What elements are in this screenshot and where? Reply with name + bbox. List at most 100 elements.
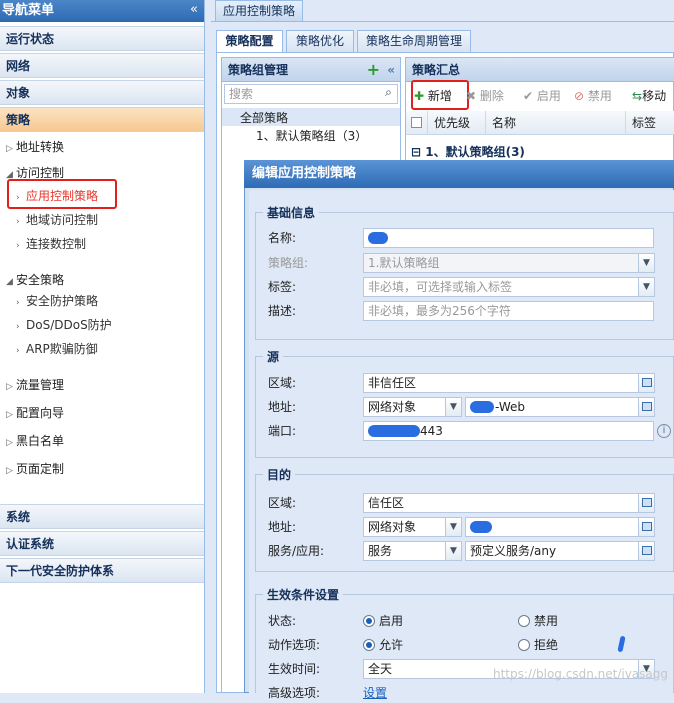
chevron-right-icon: › bbox=[16, 241, 20, 251]
nav-item-geo-access[interactable]: › 地域访问控制 bbox=[16, 212, 98, 230]
collapse-icon[interactable]: « bbox=[190, 0, 198, 20]
search-icon[interactable]: ⌕ bbox=[380, 85, 397, 103]
tree-default-group[interactable]: 1、默认策略组（3） bbox=[256, 128, 367, 144]
dst-zone-label: 区域: bbox=[268, 496, 297, 510]
nav-section-policy[interactable]: 策略 bbox=[0, 107, 204, 132]
radio-deny-label: 拒绝 bbox=[534, 638, 559, 652]
chevron-right-icon: › bbox=[16, 322, 20, 332]
enable-button[interactable]: ✔ 启用 bbox=[523, 88, 561, 104]
tab-policy-config[interactable]: 策略配置 bbox=[216, 30, 283, 52]
nav-item-page-custom[interactable]: ▷ 页面定制 bbox=[6, 461, 64, 479]
group-label: 策略组: bbox=[268, 256, 309, 270]
group-row[interactable]: ⊟ 1、默认策略组(3) bbox=[411, 144, 525, 160]
chevron-down-icon[interactable]: ▼ bbox=[445, 397, 462, 417]
chevron-down-icon[interactable]: ▼ bbox=[445, 517, 462, 537]
nav-item-conn-control[interactable]: › 连接数控制 bbox=[16, 236, 86, 254]
redacted-mark bbox=[368, 232, 388, 244]
radio-enable[interactable] bbox=[363, 615, 375, 627]
check-icon: ✔ bbox=[523, 89, 534, 103]
tab-policy-optimize[interactable]: 策略优化 bbox=[286, 30, 354, 52]
select-all-checkbox[interactable] bbox=[406, 111, 428, 135]
collapse-icon[interactable]: « bbox=[387, 58, 395, 82]
dst-addr-type[interactable]: 网络对象 bbox=[363, 517, 446, 537]
name-input[interactable] bbox=[363, 228, 654, 248]
nav-item-dos[interactable]: › DoS/DDoS防护 bbox=[16, 317, 112, 335]
redacted-mark bbox=[470, 401, 494, 413]
picker-icon[interactable] bbox=[638, 493, 655, 513]
src-port-input[interactable]: 443 bbox=[363, 421, 654, 441]
expand-icon: ▷ bbox=[6, 382, 13, 392]
add-icon[interactable]: + bbox=[367, 58, 380, 82]
nav-section-auth[interactable]: 认证系统 bbox=[0, 531, 204, 556]
picker-icon[interactable] bbox=[638, 517, 655, 537]
svc-input[interactable]: 预定义服务/any bbox=[465, 541, 639, 561]
tag-input[interactable]: 非必填，可选择或输入标签 bbox=[363, 277, 639, 297]
nav-item-security-policy[interactable]: ◢ 安全策略 bbox=[6, 272, 64, 290]
picker-icon[interactable] bbox=[638, 541, 655, 561]
picker-icon[interactable] bbox=[638, 373, 655, 393]
dst-addr-label: 地址: bbox=[268, 520, 297, 534]
src-zone-label: 区域: bbox=[268, 376, 297, 390]
nav-section-network[interactable]: 网络 bbox=[0, 53, 204, 78]
disable-button[interactable]: ⊘ 禁用 bbox=[574, 88, 612, 104]
desc-input[interactable]: 非必填，最多为256个字符 bbox=[363, 301, 654, 321]
group-search-input[interactable]: 搜索 bbox=[224, 84, 398, 104]
expand-icon: ▷ bbox=[6, 144, 13, 154]
nav-item-security-protect[interactable]: › 安全防护策略 bbox=[16, 293, 98, 311]
adv-settings-link[interactable]: 设置 bbox=[363, 685, 387, 701]
info-icon[interactable]: i bbox=[657, 424, 671, 438]
legend-effect: 生效条件设置 bbox=[263, 586, 344, 603]
legend-basic: 基础信息 bbox=[263, 204, 320, 221]
status-label: 状态: bbox=[268, 614, 297, 628]
radio-disable[interactable] bbox=[518, 615, 530, 627]
redacted-mark bbox=[470, 521, 492, 533]
nav-item-traffic[interactable]: ▷ 流量管理 bbox=[6, 377, 64, 395]
column-tag[interactable]: 标签 bbox=[626, 111, 674, 135]
highlight-box bbox=[411, 80, 469, 110]
nav-item-wizard[interactable]: ▷ 配置向导 bbox=[6, 405, 64, 423]
src-zone-input[interactable]: 非信任区 bbox=[363, 373, 639, 393]
group-select[interactable]: 1.默认策略组 bbox=[363, 253, 639, 273]
column-priority[interactable]: 优先级 bbox=[428, 111, 486, 135]
nav-section-system[interactable]: 系统 bbox=[0, 504, 204, 529]
radio-allow[interactable] bbox=[363, 639, 375, 651]
expand-icon: ▷ bbox=[6, 438, 13, 448]
highlight-box bbox=[7, 179, 117, 209]
nav-section-object[interactable]: 对象 bbox=[0, 80, 204, 105]
collapse-tree-icon: ⊟ bbox=[411, 145, 422, 159]
chevron-down-icon[interactable]: ▼ bbox=[445, 541, 462, 561]
dst-zone-input[interactable]: 信任区 bbox=[363, 493, 639, 513]
tree-root[interactable]: 全部策略 bbox=[240, 110, 288, 126]
move-button[interactable]: ⇆移动 bbox=[632, 88, 666, 104]
grid-header: 优先级 名称 标签 bbox=[406, 111, 674, 135]
time-label: 生效时间: bbox=[268, 662, 321, 676]
nav-section-ngfw[interactable]: 下一代安全防护体系 bbox=[0, 558, 204, 583]
adv-label: 高级选项: bbox=[268, 686, 321, 700]
tab-app-control[interactable]: 应用控制策略 bbox=[215, 0, 303, 21]
chevron-right-icon: › bbox=[16, 346, 20, 356]
nav-item-nat[interactable]: ▷ 地址转换 bbox=[6, 139, 64, 157]
chevron-down-icon[interactable]: ▼ bbox=[638, 253, 655, 273]
delete-button[interactable]: ✖ 删除 bbox=[466, 88, 504, 104]
nav-section-status[interactable]: 运行状态 bbox=[0, 26, 204, 51]
column-name[interactable]: 名称 bbox=[486, 111, 626, 135]
chevron-down-icon[interactable]: ▼ bbox=[638, 277, 655, 297]
src-addr-input[interactable]: -Web bbox=[465, 397, 639, 417]
src-addr-type[interactable]: 网络对象 bbox=[363, 397, 446, 417]
svc-type[interactable]: 服务 bbox=[363, 541, 446, 561]
tab-policy-lifecycle[interactable]: 策略生命周期管理 bbox=[357, 30, 471, 52]
dst-addr-input[interactable] bbox=[465, 517, 639, 537]
action-label: 动作选项: bbox=[268, 638, 321, 652]
radio-allow-label: 允许 bbox=[379, 638, 404, 652]
expand-icon: ▷ bbox=[6, 466, 13, 476]
nav-item-blackwhite[interactable]: ▷ 黑白名单 bbox=[6, 433, 64, 451]
chevron-right-icon: › bbox=[16, 298, 20, 308]
chevron-right-icon: › bbox=[16, 217, 20, 227]
desc-label: 描述: bbox=[268, 304, 297, 318]
ban-icon: ⊘ bbox=[574, 89, 585, 103]
legend-dest: 目的 bbox=[263, 466, 296, 483]
nav-item-arp[interactable]: › ARP欺骗防御 bbox=[16, 341, 98, 359]
redacted-mark bbox=[368, 425, 420, 437]
picker-icon[interactable] bbox=[638, 397, 655, 417]
radio-deny[interactable] bbox=[518, 639, 530, 651]
